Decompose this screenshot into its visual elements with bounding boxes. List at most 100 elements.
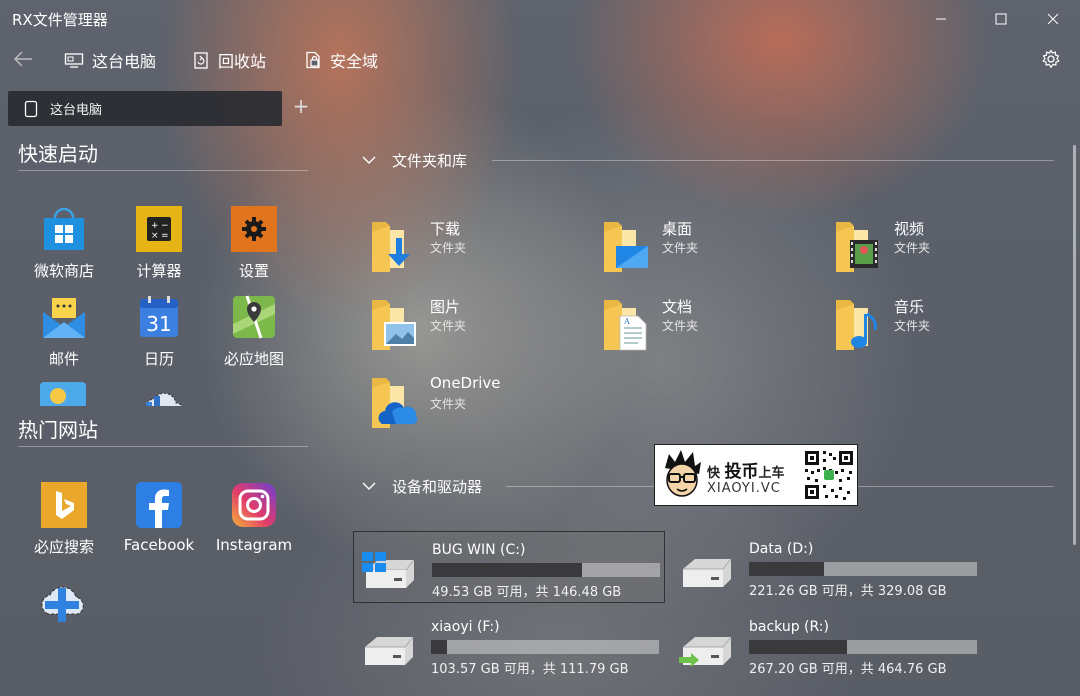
app-label: 邮件 xyxy=(48,350,79,368)
scrollbar[interactable] xyxy=(1073,145,1076,545)
new-tab-button[interactable]: + xyxy=(290,96,312,118)
calendar-day: 31 xyxy=(146,312,171,336)
mail-icon xyxy=(43,298,85,338)
weather-app-partial[interactable] xyxy=(40,382,86,406)
folder-videos[interactable]: 视频 文件夹 xyxy=(820,210,1040,272)
drive-space: 103.57 GB 可用，共 111.79 GB xyxy=(431,662,629,677)
app-label: 必应地图 xyxy=(223,350,284,368)
secure-zone-button[interactable]: 安全域 xyxy=(304,46,378,74)
app-settings[interactable]: 设置 xyxy=(206,198,302,282)
device-icon xyxy=(24,100,38,117)
documents-folder-icon: A xyxy=(604,300,647,351)
this-pc-icon xyxy=(64,53,84,68)
folder-desktop[interactable]: 桌面 文件夹 xyxy=(588,210,808,272)
folder-onedrive[interactable]: OneDrive 文件夹 xyxy=(356,366,576,428)
drive-name: Data (D:) xyxy=(749,541,814,557)
this-pc-button[interactable]: 这台电脑 xyxy=(64,46,156,74)
pictures-folder-icon xyxy=(372,300,416,350)
system-drive-icon xyxy=(362,552,415,588)
network-drive-icon xyxy=(679,636,732,667)
svg-text:×: × xyxy=(151,231,159,241)
folder-music[interactable]: 音乐 文件夹 xyxy=(820,288,1040,350)
folder-name: 音乐 xyxy=(894,298,925,316)
drive-space: 267.20 GB 可用，共 464.76 GB xyxy=(749,662,947,677)
settings-button[interactable] xyxy=(1038,46,1064,72)
drive-c[interactable]: BUG WIN (C:) 49.53 GB 可用，共 146.48 GB xyxy=(353,531,665,603)
site-bing[interactable]: 必应搜索 xyxy=(16,474,112,558)
drive-usage-fill xyxy=(432,563,583,577)
site-instagram[interactable]: Instagram xyxy=(206,474,302,558)
add-icon xyxy=(41,586,84,622)
watermark-brand-main: 投币 xyxy=(724,462,759,482)
folders-group-title: 文件夹和库 xyxy=(392,151,468,170)
folder-name: 桌面 xyxy=(662,220,693,238)
drives-group-title: 设备和驱动器 xyxy=(392,477,483,496)
app-maps[interactable]: 必应地图 xyxy=(206,286,302,370)
folder-type: 文件夹 xyxy=(430,319,467,333)
app-label: 微软商店 xyxy=(33,262,94,280)
divider xyxy=(18,446,308,447)
folder-documents[interactable]: A 文档 文件夹 xyxy=(588,288,808,351)
add-site-button[interactable] xyxy=(36,574,90,628)
drive-space: 49.53 GB 可用，共 146.48 GB xyxy=(432,585,622,600)
app-calculator[interactable]: + − × = 计算器 xyxy=(111,198,207,282)
this-pc-label: 这台电脑 xyxy=(92,52,157,71)
hard-drive-icon xyxy=(365,636,414,665)
svg-text:A: A xyxy=(623,317,630,326)
drive-r[interactable]: backup (R:) 267.20 GB 可用，共 464.76 GB xyxy=(671,609,983,681)
close-button[interactable] xyxy=(1030,4,1076,34)
drive-d[interactable]: Data (D:) 221.26 GB 可用，共 329.08 GB xyxy=(671,531,983,603)
drive-usage-bar xyxy=(749,640,977,654)
facebook-icon xyxy=(136,482,182,528)
recycle-bin-icon xyxy=(194,52,208,69)
folder-type: 文件夹 xyxy=(430,397,467,411)
drive-f[interactable]: xiaoyi (F:) 103.57 GB 可用，共 111.79 GB xyxy=(353,609,665,681)
site-label: 必应搜索 xyxy=(33,538,94,556)
chevron-down-icon xyxy=(362,482,376,490)
minimize-icon xyxy=(936,18,946,20)
folder-type: 文件夹 xyxy=(894,241,931,255)
main-content: 文件夹和库 下载 文件夹 桌面 文件夹 视频 文件夹 图片 文件夹 A 文档 文… xyxy=(352,128,1080,696)
recycle-bin-label: 回收站 xyxy=(218,52,267,71)
calculator-icon: + − × = xyxy=(136,206,182,252)
app-label: 计算器 xyxy=(136,262,182,280)
store-icon xyxy=(44,207,84,250)
site-facebook[interactable]: Facebook xyxy=(111,474,207,558)
minimize-button[interactable] xyxy=(918,4,964,34)
watermark-site: XIAOYI.VC xyxy=(707,481,781,496)
svg-text:=: = xyxy=(161,231,169,241)
folder-name: OneDrive xyxy=(430,374,501,392)
bing-icon xyxy=(41,482,87,528)
tab-label: 这台电脑 xyxy=(50,103,103,118)
cloud-icon xyxy=(145,392,183,406)
back-arrow-icon xyxy=(13,51,32,67)
app-title: RX文件管理器 xyxy=(12,11,108,29)
sidebar: 快速启动 微软商店 + − × = 计算器 设置 邮件 31 日历 必应地图 热… xyxy=(0,128,320,696)
folder-pictures[interactable]: 图片 文件夹 xyxy=(356,288,576,350)
folder-downloads[interactable]: 下载 文件夹 xyxy=(356,210,576,272)
cloud-app-partial[interactable] xyxy=(138,384,186,406)
recycle-bin-button[interactable]: 回收站 xyxy=(192,46,266,74)
watermark-brand-suffix: 上车 xyxy=(758,466,785,481)
site-label: Instagram xyxy=(215,536,293,554)
drive-usage-fill xyxy=(749,640,848,654)
chevron-down-icon xyxy=(362,156,376,164)
toolbar: 这台电脑 回收站 安全域 xyxy=(0,40,1080,80)
maximize-icon xyxy=(995,13,1007,25)
back-button[interactable] xyxy=(8,44,38,74)
app-mail[interactable]: 邮件 xyxy=(16,286,112,370)
downloads-folder-icon xyxy=(372,222,410,272)
instagram-icon xyxy=(232,483,276,527)
quick-launch-title: 快速启动 xyxy=(18,142,98,166)
drives-group-header[interactable]: 设备和驱动器 xyxy=(362,474,482,498)
tab-this-pc[interactable]: 这台电脑 xyxy=(8,91,282,126)
drive-name: xiaoyi (F:) xyxy=(431,619,500,635)
maximize-button[interactable] xyxy=(978,4,1024,34)
desktop-folder-icon xyxy=(604,222,648,272)
onedrive-folder-icon xyxy=(372,378,418,428)
app-calendar[interactable]: 31 日历 xyxy=(111,286,207,370)
divider xyxy=(492,160,1054,161)
app-store[interactable]: 微软商店 xyxy=(16,198,112,282)
folders-group-header[interactable]: 文件夹和库 xyxy=(362,148,467,172)
videos-folder-icon xyxy=(836,222,878,272)
